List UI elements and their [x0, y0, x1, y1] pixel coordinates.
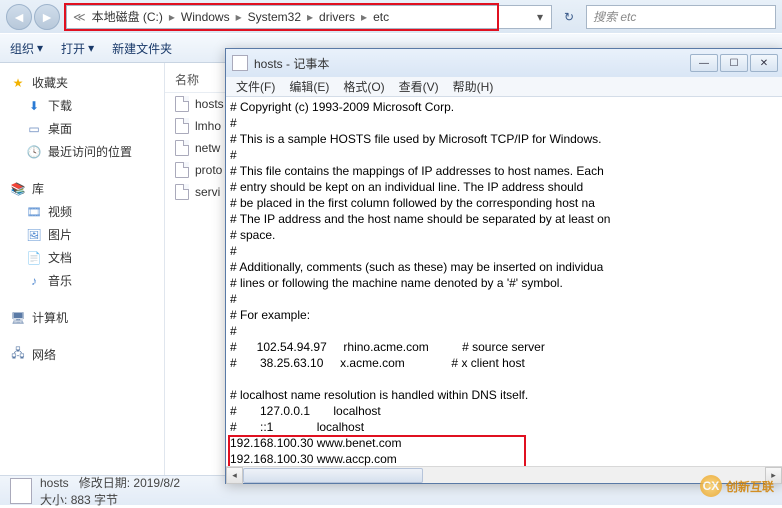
breadcrumb-item[interactable]: System32 — [246, 10, 303, 24]
status-modified-label: 修改日期: — [79, 476, 130, 490]
file-icon — [175, 162, 189, 178]
organize-menu[interactable]: 组织 ▾ — [10, 40, 43, 57]
new-folder-button[interactable]: 新建文件夹 — [112, 40, 172, 57]
library-icon: 📚 — [10, 181, 26, 197]
scroll-thumb[interactable] — [243, 468, 423, 483]
network-icon: 🖧 — [10, 347, 26, 363]
computer-icon: 🖥 — [10, 310, 26, 326]
search-input[interactable]: 搜索 etc — [586, 5, 776, 29]
sidebar: ★收藏夹 ⬇下载 ▭桌面 🕓最近访问的位置 📚库 🎞视频 🖼图片 📄文档 ♪音乐… — [0, 63, 165, 475]
file-icon — [10, 478, 32, 504]
chevron-right-icon: ▸ — [305, 10, 315, 24]
sidebar-item-videos[interactable]: 🎞视频 — [4, 200, 160, 223]
sidebar-item-pictures[interactable]: 🖼图片 — [4, 223, 160, 246]
notepad-content[interactable]: # Copyright (c) 1993-2009 Microsoft Corp… — [226, 97, 782, 466]
menu-help[interactable]: 帮助(H) — [447, 77, 500, 96]
chevron-left-icon: ≪ — [71, 10, 88, 24]
download-icon: ⬇ — [26, 98, 42, 114]
document-icon: 📄 — [26, 250, 42, 266]
back-button[interactable]: ◄ — [6, 4, 32, 30]
minimize-button[interactable]: — — [690, 54, 718, 72]
open-button[interactable]: 打开 ▾ — [61, 40, 94, 57]
status-size-label: 大小: — [40, 493, 67, 507]
sidebar-computer[interactable]: 🖥计算机 — [4, 306, 160, 329]
chevron-down-icon: ▾ — [88, 41, 94, 55]
chevron-down-icon: ▾ — [37, 41, 43, 55]
notepad-menu: 文件(F) 编辑(E) 格式(O) 查看(V) 帮助(H) — [226, 77, 782, 97]
scroll-left-button[interactable]: ◂ — [226, 467, 243, 484]
menu-file[interactable]: 文件(F) — [230, 77, 281, 96]
status-filename: hosts — [40, 476, 69, 490]
file-icon — [175, 118, 189, 134]
file-icon — [175, 140, 189, 156]
horizontal-scrollbar[interactable]: ◂ ▸ — [226, 466, 782, 483]
picture-icon: 🖼 — [26, 227, 42, 243]
star-icon: ★ — [10, 75, 26, 91]
sidebar-favorites[interactable]: ★收藏夹 — [4, 71, 160, 94]
address-bar: ◄ ► ≪ 本地磁盘 (C:) ▸ Windows ▸ System32 ▸ d… — [0, 0, 782, 33]
search-placeholder: 搜索 etc — [593, 8, 636, 25]
sidebar-item-desktop[interactable]: ▭桌面 — [4, 117, 160, 140]
sidebar-libraries[interactable]: 📚库 — [4, 177, 160, 200]
breadcrumb-item[interactable]: Windows — [179, 10, 232, 24]
sidebar-item-music[interactable]: ♪音乐 — [4, 269, 160, 292]
music-icon: ♪ — [26, 273, 42, 289]
recent-icon: 🕓 — [26, 144, 42, 160]
scroll-track[interactable] — [243, 467, 765, 484]
breadcrumb-bar[interactable]: ≪ 本地磁盘 (C:) ▸ Windows ▸ System32 ▸ drive… — [66, 5, 552, 29]
status-modified-value: 2019/8/2 — [133, 476, 180, 490]
status-size-value: 883 字节 — [71, 493, 118, 507]
desktop-icon: ▭ — [26, 121, 42, 137]
refresh-button[interactable]: ↻ — [558, 6, 580, 28]
menu-edit[interactable]: 编辑(E) — [283, 77, 335, 96]
notepad-window: hosts - 记事本 — ☐ ✕ 文件(F) 编辑(E) 格式(O) 查看(V… — [225, 48, 782, 484]
scroll-right-button[interactable]: ▸ — [765, 467, 782, 484]
dropdown-icon[interactable]: ▾ — [533, 10, 547, 24]
notepad-icon — [232, 55, 248, 71]
chevron-right-icon: ▸ — [359, 10, 369, 24]
menu-format[interactable]: 格式(O) — [337, 77, 390, 96]
notepad-titlebar[interactable]: hosts - 记事本 — ☐ ✕ — [226, 49, 782, 77]
forward-button[interactable]: ► — [34, 4, 60, 30]
sidebar-network[interactable]: 🖧网络 — [4, 343, 160, 366]
chevron-right-icon: ▸ — [234, 10, 244, 24]
menu-view[interactable]: 查看(V) — [393, 77, 445, 96]
breadcrumb-item[interactable]: etc — [371, 10, 391, 24]
file-icon — [175, 184, 189, 200]
sidebar-item-recent[interactable]: 🕓最近访问的位置 — [4, 140, 160, 163]
sidebar-item-documents[interactable]: 📄文档 — [4, 246, 160, 269]
sidebar-item-downloads[interactable]: ⬇下载 — [4, 94, 160, 117]
breadcrumb-item[interactable]: drivers — [317, 10, 357, 24]
close-button[interactable]: ✕ — [750, 54, 778, 72]
maximize-button[interactable]: ☐ — [720, 54, 748, 72]
chevron-right-icon: ▸ — [167, 10, 177, 24]
notepad-title: hosts - 记事本 — [254, 55, 684, 72]
breadcrumb-item[interactable]: 本地磁盘 (C:) — [90, 8, 165, 25]
video-icon: 🎞 — [26, 204, 42, 220]
file-icon — [175, 96, 189, 112]
